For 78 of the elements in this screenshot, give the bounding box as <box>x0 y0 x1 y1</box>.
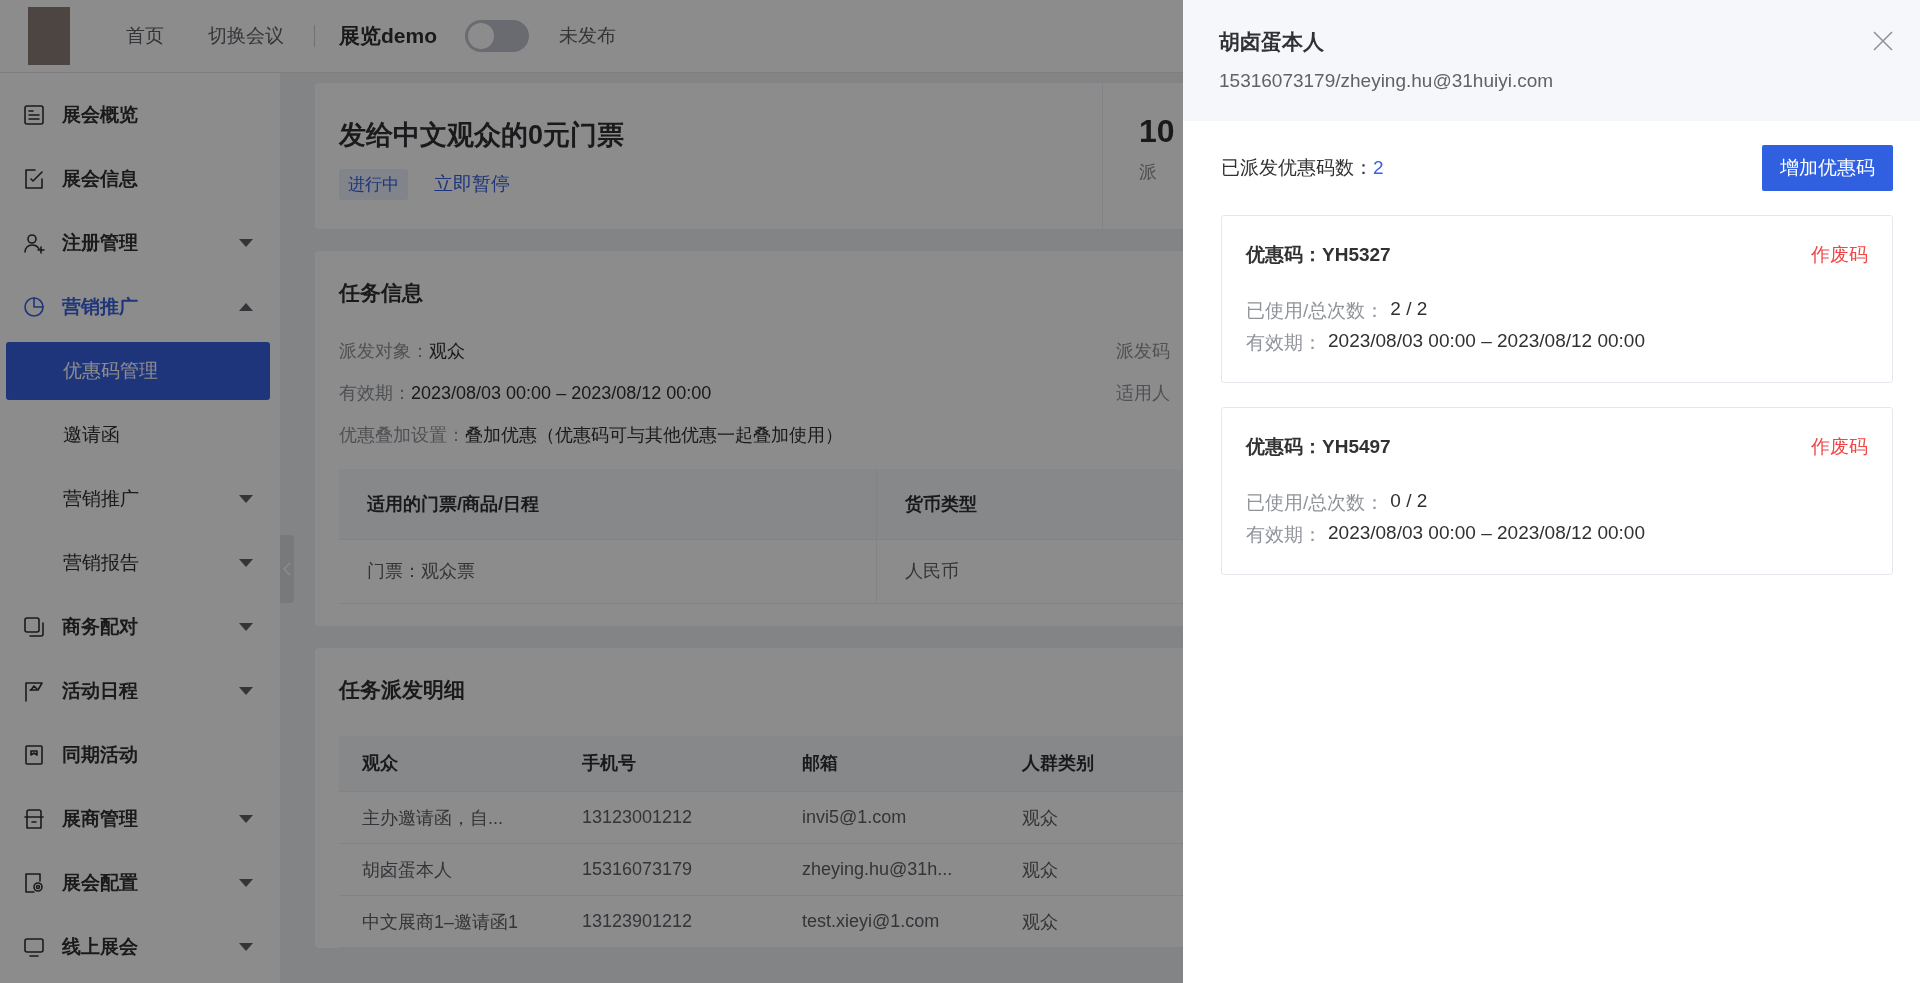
store-icon <box>22 807 46 831</box>
void-code-link[interactable]: 作废码 <box>1811 434 1868 460</box>
coupon-code: 优惠码：YH5497 <box>1246 435 1391 459</box>
nav-link[interactable]: 首页 <box>126 23 164 49</box>
sidebar-item[interactable]: 线上展会 <box>0 915 280 979</box>
sidebar-item[interactable]: 展会概览 <box>0 83 280 147</box>
project-title: 展览demo <box>339 23 437 49</box>
column-header: 货币类型 <box>876 469 1183 539</box>
add-code-button[interactable]: 增加优惠码 <box>1762 145 1893 191</box>
sidebar-subitem[interactable]: 营销推广 <box>0 467 280 531</box>
table-cell: 门票：观众票 <box>339 539 876 603</box>
table-cell: 胡卤蛋本人 <box>339 843 559 896</box>
field-value: 观众 <box>429 341 465 361</box>
table-cell: 15316073179 <box>559 843 779 896</box>
stat-label: 派 <box>1139 161 1158 184</box>
monitor-icon <box>22 935 46 959</box>
settings-doc-icon <box>22 871 46 895</box>
list-icon <box>22 103 46 127</box>
sidebar-item[interactable]: 展会信息 <box>0 147 280 211</box>
sidebar-item[interactable]: 同期活动 <box>0 723 280 787</box>
table-cell: 13123901212 <box>559 895 779 948</box>
sidebar-item[interactable]: 营销推广 <box>0 275 280 339</box>
table-cell: 主办邀请函，自... <box>339 791 559 844</box>
field-value: 2 / 2 <box>1390 298 1428 321</box>
field-value: 2023/08/03 00:00 – 2023/08/12 00:00 <box>411 383 712 403</box>
field-label: 有效期： <box>1246 331 1322 355</box>
sidebar-item[interactable]: 注册管理 <box>0 211 280 275</box>
column-header: 手机号 <box>559 735 779 792</box>
section-title: 任务信息 <box>339 280 424 306</box>
field-label: 已使用/总次数： <box>1246 491 1385 515</box>
field-label: 有效期： <box>339 383 411 403</box>
sidebar-subitem[interactable]: 邀请函 <box>0 403 280 467</box>
pause-link[interactable]: 立即暂停 <box>434 171 511 197</box>
nav-link[interactable]: 切换会议 <box>208 23 284 49</box>
table-cell: zheying.hu@31h... <box>779 843 999 896</box>
field-value: 2023/08/03 00:00 – 2023/08/12 00:00 <box>1328 522 1645 545</box>
sidebar-item[interactable]: 商务配对 <box>0 595 280 659</box>
section-title: 任务派发明细 <box>339 676 466 703</box>
field-value: 0 / 2 <box>1390 490 1428 513</box>
field-label: 优惠叠加设置： <box>339 425 465 445</box>
task-title: 发给中文观众的0元门票 <box>339 119 626 152</box>
layers-icon <box>22 615 46 639</box>
publish-status: 未发布 <box>559 24 616 48</box>
sidebar-item[interactable]: 活动日程 <box>0 659 280 723</box>
flag-icon <box>22 679 46 703</box>
field-value: 2023/08/03 00:00 – 2023/08/12 00:00 <box>1328 330 1645 353</box>
stat-value: 10 <box>1139 113 1175 150</box>
column-header: 适用的门票/商品/日程 <box>339 469 876 539</box>
field-label: 有效期： <box>1246 523 1322 547</box>
table-cell: test.xieyi@1.com <box>779 895 999 948</box>
attendee-contact: 15316073179/zheying.hu@31huiyi.com <box>1219 70 1555 92</box>
sidebar-item[interactable]: 展商管理 <box>0 787 280 851</box>
void-code-link[interactable]: 作废码 <box>1811 242 1868 268</box>
field-label: 派发对象： <box>339 341 429 361</box>
close-button[interactable] <box>1872 30 1894 52</box>
avatar-photo-placeholder[interactable] <box>28 7 70 65</box>
status-tag: 进行中 <box>339 169 408 200</box>
column-header: 邮箱 <box>779 735 999 792</box>
field-label: 派发码 <box>1116 340 1170 363</box>
field-label: 适用人 <box>1116 382 1170 405</box>
bookmark-icon <box>22 743 46 767</box>
coupon-code: 优惠码：YH5327 <box>1246 243 1391 267</box>
field-label: 已使用/总次数： <box>1246 299 1385 323</box>
table-cell: invi5@1.com <box>779 791 999 844</box>
table-cell: 中文展商1–邀请函1 <box>339 895 559 948</box>
publish-toggle[interactable] <box>465 20 529 52</box>
sidebar-subitem[interactable]: 优惠码管理 <box>6 342 270 400</box>
column-header: 观众 <box>339 735 559 792</box>
pie-chart-icon <box>22 295 46 319</box>
column-header: 人群类别 <box>999 735 1183 792</box>
attendee-name: 胡卤蛋本人 <box>1219 29 1324 55</box>
edit-icon <box>22 167 46 191</box>
sidebar-subitem[interactable]: 营销报告 <box>0 531 280 595</box>
sidebar-item[interactable]: 展会配置 <box>0 851 280 915</box>
dispatched-count: 已派发优惠码数：2 <box>1221 156 1384 180</box>
field-value: 叠加优惠（优惠码可与其他优惠一起叠加使用） <box>465 425 843 445</box>
user-add-icon <box>22 231 46 255</box>
table-cell: 13123001212 <box>559 791 779 844</box>
